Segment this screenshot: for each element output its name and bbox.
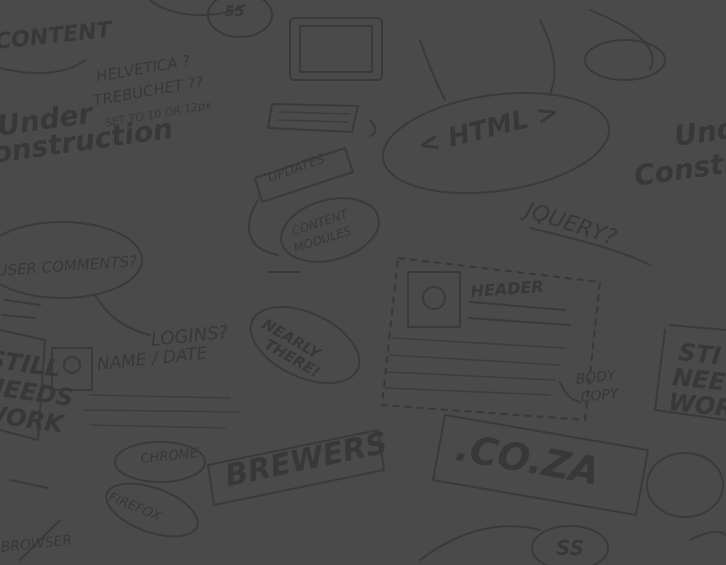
ss-note: 55 [225, 4, 245, 20]
sketch-background: CONTENT 55 HELVETICA ? TREBUCHET ?? SET … [0, 0, 726, 565]
ss-bottom-label: SS [556, 536, 585, 560]
doodle-lines [0, 0, 726, 565]
